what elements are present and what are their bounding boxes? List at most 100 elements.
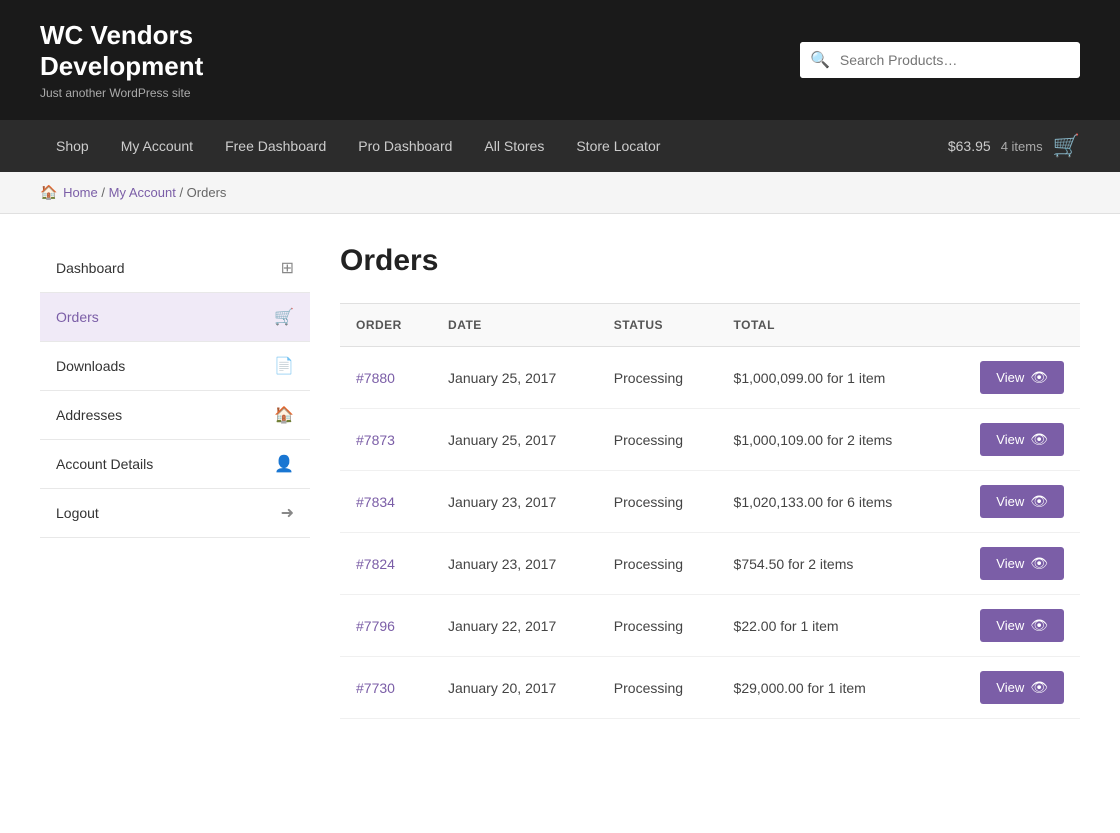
view-order-button[interactable]: View 👁 [980, 547, 1064, 580]
sidebar-addresses-label: Addresses [56, 407, 122, 423]
home-icon: 🏠 [40, 184, 57, 200]
col-header-action [943, 304, 1080, 347]
breadcrumb-home-link[interactable]: Home [63, 185, 98, 200]
cell-status: Processing [598, 595, 718, 657]
cell-order: #7730 [340, 657, 432, 719]
addresses-icon: 🏠 [274, 405, 294, 425]
sidebar-item-logout[interactable]: Logout ➜ [40, 489, 310, 538]
cart-count: 4 items [1001, 139, 1043, 154]
col-header-status: STATUS [598, 304, 718, 347]
page-title: Orders [340, 244, 1080, 278]
view-order-button[interactable]: View 👁 [980, 671, 1064, 704]
order-link[interactable]: #7730 [356, 680, 395, 696]
nav-item-my-account[interactable]: My Account [105, 120, 209, 172]
nav-item-all-stores[interactable]: All Stores [468, 120, 560, 172]
order-link[interactable]: #7873 [356, 432, 395, 448]
order-link[interactable]: #7834 [356, 494, 395, 510]
cell-order: #7824 [340, 533, 432, 595]
orders-table: ORDER DATE STATUS TOTAL #7880 January 25… [340, 303, 1080, 719]
cell-action: View 👁 [943, 347, 1080, 409]
cell-action: View 👁 [943, 657, 1080, 719]
table-row: #7824 January 23, 2017 Processing $754.5… [340, 533, 1080, 595]
cell-order: #7873 [340, 409, 432, 471]
cart-icon[interactable]: 🛒 [1053, 133, 1080, 159]
cell-total: $22.00 for 1 item [718, 595, 944, 657]
cell-date: January 20, 2017 [432, 657, 598, 719]
sidebar-item-downloads[interactable]: Downloads 📄 [40, 342, 310, 391]
account-details-icon: 👤 [274, 454, 294, 474]
search-input[interactable] [840, 44, 1080, 76]
sidebar-item-dashboard[interactable]: Dashboard ⊞ [40, 244, 310, 293]
sidebar: Dashboard ⊞ Orders 🛒 Downloads 📄 Address… [40, 244, 310, 538]
cell-action: View 👁 [943, 595, 1080, 657]
dashboard-icon: ⊞ [281, 258, 294, 278]
order-link[interactable]: #7880 [356, 370, 395, 386]
cell-total: $754.50 for 2 items [718, 533, 944, 595]
col-header-date: DATE [432, 304, 598, 347]
nav-item-pro-dashboard[interactable]: Pro Dashboard [342, 120, 468, 172]
cell-order: #7796 [340, 595, 432, 657]
orders-area: Orders ORDER DATE STATUS TOTAL #7880 Jan… [340, 244, 1080, 719]
cart-price: $63.95 [948, 138, 991, 154]
logout-icon: ➜ [281, 503, 294, 523]
table-row: #7834 January 23, 2017 Processing $1,020… [340, 471, 1080, 533]
nav-links: Shop My Account Free Dashboard Pro Dashb… [40, 120, 676, 172]
table-header-row: ORDER DATE STATUS TOTAL [340, 304, 1080, 347]
cart-area: $63.95 4 items 🛒 [948, 133, 1080, 159]
eye-icon: 👁 [1030, 679, 1048, 696]
table-row: #7880 January 25, 2017 Processing $1,000… [340, 347, 1080, 409]
eye-icon: 👁 [1030, 431, 1048, 448]
view-order-button[interactable]: View 👁 [980, 485, 1064, 518]
breadcrumb: 🏠 Home / My Account / Orders [0, 172, 1120, 214]
sidebar-item-account-details[interactable]: Account Details 👤 [40, 440, 310, 489]
order-link[interactable]: #7796 [356, 618, 395, 634]
view-order-button[interactable]: View 👁 [980, 423, 1064, 456]
cell-total: $1,000,099.00 for 1 item [718, 347, 944, 409]
breadcrumb-my-account-link[interactable]: My Account [109, 185, 176, 200]
eye-icon: 👁 [1030, 617, 1048, 634]
cell-action: View 👁 [943, 409, 1080, 471]
site-header: WC Vendors Development Just another Word… [0, 0, 1120, 120]
main-content: Dashboard ⊞ Orders 🛒 Downloads 📄 Address… [0, 214, 1120, 749]
breadcrumb-current: Orders [187, 185, 227, 200]
cell-date: January 23, 2017 [432, 533, 598, 595]
sidebar-item-addresses[interactable]: Addresses 🏠 [40, 391, 310, 440]
table-row: #7796 January 22, 2017 Processing $22.00… [340, 595, 1080, 657]
orders-icon: 🛒 [274, 307, 294, 327]
sidebar-account-details-label: Account Details [56, 456, 153, 472]
search-form: 🔍 [800, 42, 1080, 78]
col-header-total: TOTAL [718, 304, 944, 347]
cell-date: January 25, 2017 [432, 409, 598, 471]
table-row: #7873 January 25, 2017 Processing $1,000… [340, 409, 1080, 471]
cell-status: Processing [598, 347, 718, 409]
eye-icon: 👁 [1030, 493, 1048, 510]
sidebar-item-orders[interactable]: Orders 🛒 [40, 293, 310, 342]
cell-date: January 25, 2017 [432, 347, 598, 409]
nav-item-free-dashboard[interactable]: Free Dashboard [209, 120, 342, 172]
order-link[interactable]: #7824 [356, 556, 395, 572]
cell-order: #7880 [340, 347, 432, 409]
col-header-order: ORDER [340, 304, 432, 347]
cell-status: Processing [598, 657, 718, 719]
nav-item-shop[interactable]: Shop [40, 120, 105, 172]
cell-status: Processing [598, 471, 718, 533]
search-submit-button[interactable]: 🔍 [800, 42, 840, 78]
cell-status: Processing [598, 533, 718, 595]
site-title: WC Vendors Development [40, 20, 203, 82]
cell-status: Processing [598, 409, 718, 471]
cell-action: View 👁 [943, 471, 1080, 533]
eye-icon: 👁 [1030, 555, 1048, 572]
site-navigation: Shop My Account Free Dashboard Pro Dashb… [0, 120, 1120, 172]
cell-date: January 22, 2017 [432, 595, 598, 657]
sidebar-dashboard-label: Dashboard [56, 260, 125, 276]
cell-total: $1,000,109.00 for 2 items [718, 409, 944, 471]
downloads-icon: 📄 [274, 356, 294, 376]
view-order-button[interactable]: View 👁 [980, 609, 1064, 642]
sidebar-orders-label: Orders [56, 309, 99, 325]
nav-item-store-locator[interactable]: Store Locator [560, 120, 676, 172]
view-order-button[interactable]: View 👁 [980, 361, 1064, 394]
cell-date: January 23, 2017 [432, 471, 598, 533]
sidebar-logout-label: Logout [56, 505, 99, 521]
site-tagline: Just another WordPress site [40, 86, 203, 100]
table-row: #7730 January 20, 2017 Processing $29,00… [340, 657, 1080, 719]
